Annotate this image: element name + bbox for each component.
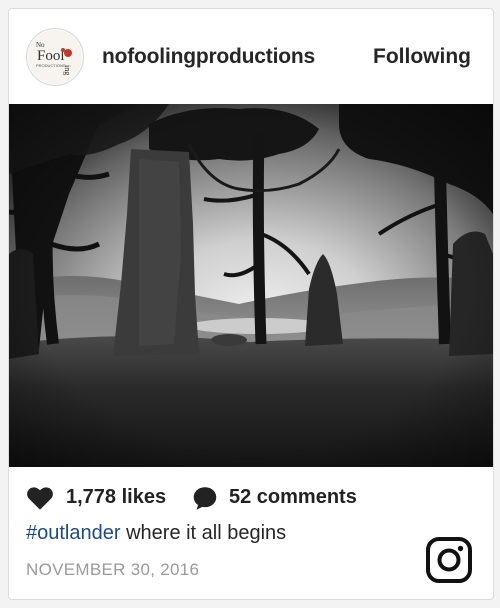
username-link[interactable]: nofoolingproductions [102,45,315,69]
comments-count: 52 comments [229,486,357,508]
post-date: NOVEMBER 30, 2016 [26,560,200,579]
likes-count: 1,778 likes [66,486,167,508]
post-photo[interactable] [9,104,493,467]
post-caption: #outlander where it all begins [26,522,286,545]
logo-side-text: ing [63,65,72,75]
following-button[interactable]: Following [373,45,471,69]
logo-sub-text: PRODUCTIONS [36,63,66,68]
post-header: No Fool PRODUCTIONS ing nofoolingproduct… [9,9,493,104]
profile-avatar[interactable]: No Fool PRODUCTIONS ing [26,28,84,86]
no-fooling-logo: No Fool PRODUCTIONS ing [28,30,82,84]
instagram-icon[interactable] [425,536,473,584]
likes-stat[interactable]: 1,778 likes [26,483,176,513]
speech-bubble-icon [193,487,217,510]
caption-text: where it all begins [120,522,287,544]
hashtag-link[interactable]: #outlander [26,522,121,544]
heart-icon [27,487,53,510]
post-stats: 1,778 likes 52 comments [26,483,476,513]
comments-stat[interactable]: 52 comments [191,483,391,513]
instagram-post-card: No Fool PRODUCTIONS ing nofoolingproduct… [8,8,494,600]
logo-word: Fool [37,48,65,64]
